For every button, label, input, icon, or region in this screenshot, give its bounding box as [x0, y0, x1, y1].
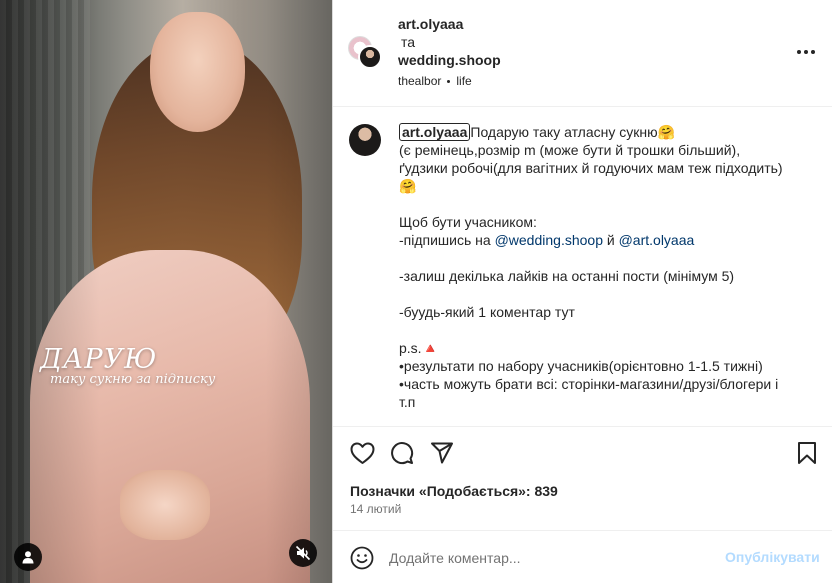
post-media[interactable]: ДАРУЮ таку сукню за підписку [0, 0, 332, 583]
heart-icon [350, 442, 374, 464]
post-caption: art.olyaaa Подарую таку атласну сукню🤗 (є… [399, 123, 804, 411]
caption-line: -залиш декілька лайків на останні пости … [399, 268, 735, 284]
caption-line: -буудь-який 1 коментар тут [399, 304, 575, 320]
comment-bubble-icon [391, 442, 414, 465]
mute-toggle-button[interactable] [289, 539, 317, 567]
add-comment-bar: Опублікувати [333, 530, 832, 583]
like-button[interactable] [349, 440, 375, 466]
post-details-panel: art.olyaaa та wedding.shoop thealbor lif… [332, 0, 832, 583]
caption-line: Подарую таку атласну сукню🤗 [470, 124, 676, 140]
bookmark-icon [798, 442, 816, 464]
caption-line: й [602, 232, 619, 248]
collab-conjunction: та [401, 34, 416, 50]
caption-line [399, 249, 804, 267]
comment-input[interactable] [389, 547, 709, 569]
caption-line: т.п [399, 394, 416, 410]
likes-count[interactable]: Позначки «Подобається»: 839 [350, 483, 558, 499]
save-button[interactable] [794, 440, 820, 466]
more-dots-icon [811, 50, 815, 54]
caption-line: Щоб бути учасником: [399, 214, 537, 230]
more-options-button[interactable] [794, 42, 818, 62]
separator-dot [447, 79, 451, 83]
post-date[interactable]: 14 лютий [350, 502, 401, 516]
overlay-title: ДАРУЮ [40, 344, 158, 375]
comment-button[interactable] [389, 440, 415, 466]
audio-location-line: thealbor life [398, 74, 472, 88]
emoji-button[interactable] [349, 545, 375, 571]
caption-line: •часть можуть брати всі: сторінки-магази… [399, 376, 779, 392]
photo-shading [0, 0, 332, 583]
user-icon [22, 551, 34, 564]
tagged-users-button[interactable] [14, 543, 42, 571]
post-header: art.olyaaa та wedding.shoop thealbor lif… [333, 0, 832, 107]
share-button[interactable] [429, 440, 455, 466]
mention-link[interactable]: @art.olyaaa [619, 232, 695, 248]
collab-avatars[interactable] [348, 36, 388, 72]
overlay-subtitle: таку сукню за підписку [50, 372, 216, 387]
mention-link[interactable]: @wedding.shoop [495, 232, 603, 248]
avatar[interactable] [349, 124, 381, 156]
post-actions [333, 427, 832, 477]
caption-line: •результати по набору учасників(орієнтов… [399, 358, 763, 374]
paper-plane-icon [431, 442, 453, 464]
caption-line: p.s.🔺 [399, 340, 439, 356]
caption-line: ґудзики робочі(для вагітних й годуючих м… [399, 160, 783, 176]
muted-speaker-icon [295, 545, 311, 561]
username-link[interactable]: wedding.shoop [398, 52, 501, 68]
more-dots-icon [804, 50, 808, 54]
caption-username-link[interactable]: art.olyaaa [399, 123, 471, 141]
avatar[interactable] [358, 45, 382, 69]
caption-scroll-area[interactable]: art.olyaaa Подарую таку атласну сукню🤗 (є… [333, 107, 832, 427]
caption-line [399, 321, 804, 339]
post-comment-button[interactable]: Опублікувати [725, 549, 820, 565]
audio-link[interactable]: thealbor [398, 74, 441, 88]
smiley-icon [350, 546, 374, 570]
username-link[interactable]: art.olyaaa [398, 16, 463, 32]
caption-line: 🤗 [399, 178, 417, 194]
caption-line [399, 195, 804, 213]
more-dots-icon [797, 50, 801, 54]
caption-line [399, 285, 804, 303]
caption-line: (є ремінець,розмір m (може бути й трошки… [399, 142, 741, 158]
caption-line: -підпишись на [399, 232, 495, 248]
location-link[interactable]: life [456, 74, 471, 88]
